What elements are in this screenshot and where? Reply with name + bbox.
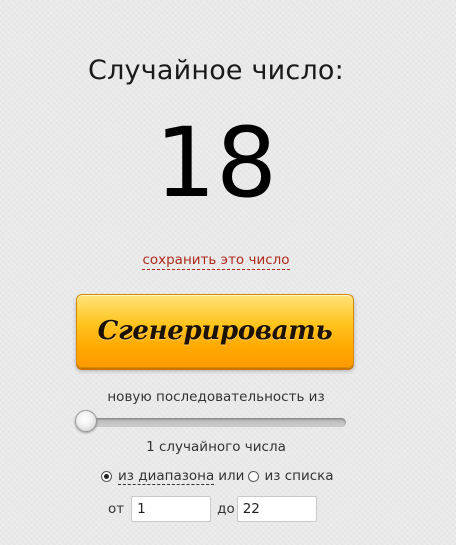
generate-button-label: Сгенерировать [97, 316, 333, 346]
page-title: Случайное число: [88, 55, 344, 86]
mode-selector: из диапазона или из списка [101, 466, 334, 486]
to-label: до [217, 501, 235, 517]
random-number-result: 18 [154, 107, 278, 219]
range-inputs: от до [108, 496, 317, 522]
sequence-label: новую последовательность из [107, 389, 325, 405]
list-mode-radio[interactable] [248, 470, 260, 482]
from-label: от [108, 501, 125, 517]
count-label: 1 случайного числа [146, 439, 286, 455]
count-slider-handle[interactable] [75, 410, 97, 432]
range-mode-label[interactable]: из диапазона [118, 468, 215, 485]
generate-button[interactable]: Сгенерировать [76, 294, 354, 368]
save-link-container: сохранить это число [0, 252, 432, 270]
range-mode-radio[interactable] [101, 470, 112, 482]
list-mode-label[interactable]: из списка [264, 468, 333, 484]
or-label: или [218, 468, 245, 484]
from-field[interactable] [131, 496, 212, 522]
save-number-link[interactable]: сохранить это число [142, 252, 290, 270]
count-slider-track[interactable] [76, 418, 346, 427]
to-field[interactable] [236, 496, 317, 522]
